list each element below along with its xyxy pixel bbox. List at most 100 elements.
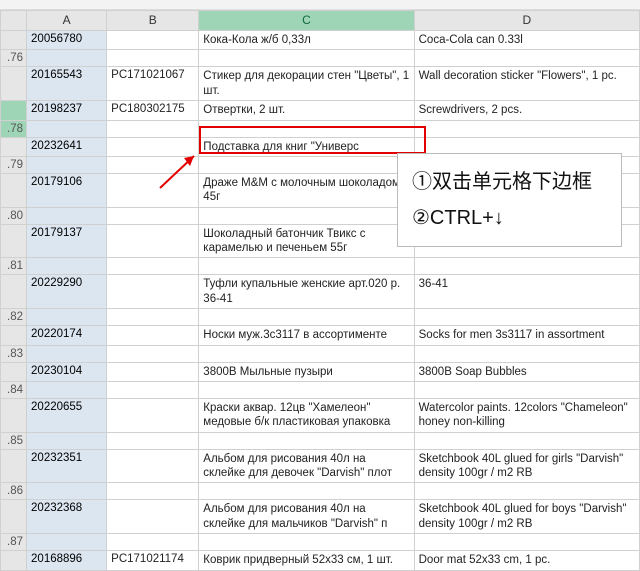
- row-header[interactable]: .87: [1, 534, 27, 551]
- cell-B[interactable]: [107, 326, 199, 345]
- cell-D[interactable]: Door mat 52х33 cm, 1 pc.: [414, 551, 639, 570]
- table-row[interactable]: 20232351 Альбом для рисования 40л на скле…: [1, 449, 640, 483]
- row-header[interactable]: [1, 137, 27, 156]
- cell-C[interactable]: [199, 534, 414, 551]
- cell-C[interactable]: Альбом для рисования 40л на склейке для …: [199, 449, 414, 483]
- table-row[interactable]: 20168896PC171021174Коврик придверный 52х…: [1, 551, 640, 570]
- cell-B[interactable]: PC171021067: [107, 67, 199, 101]
- cell-B[interactable]: [107, 31, 199, 50]
- cell-D[interactable]: [414, 120, 639, 137]
- col-header-A[interactable]: A: [27, 11, 107, 31]
- cell-C[interactable]: [199, 483, 414, 500]
- cell-C[interactable]: 3800B Мыльные пузыри: [199, 362, 414, 381]
- cell-D[interactable]: [414, 381, 639, 398]
- row-header[interactable]: .85: [1, 432, 27, 449]
- cell-A[interactable]: 20220174: [27, 326, 107, 345]
- table-row[interactable]: 20165543PC171021067Стикер для декорации …: [1, 67, 640, 101]
- cell-D[interactable]: [414, 258, 639, 275]
- table-row[interactable]: .76: [1, 50, 640, 67]
- cell-B[interactable]: [107, 345, 199, 362]
- row-header[interactable]: .81: [1, 258, 27, 275]
- cell-B[interactable]: [107, 309, 199, 326]
- row-header[interactable]: .80: [1, 207, 27, 224]
- cell-C[interactable]: Стикер для декорации стен "Цветы", 1 шт.: [199, 67, 414, 101]
- cell-A[interactable]: [27, 345, 107, 362]
- row-header[interactable]: .78: [1, 120, 27, 137]
- cell-C[interactable]: Коврик придверный 52х33 см, 1 шт.: [199, 551, 414, 570]
- cell-A[interactable]: [27, 207, 107, 224]
- cell-B[interactable]: [107, 275, 199, 309]
- table-row[interactable]: 202301043800B Мыльные пузыри3800B Soap B…: [1, 362, 640, 381]
- row-header[interactable]: [1, 449, 27, 483]
- cell-C[interactable]: Подставка для книг "Универс: [199, 137, 414, 156]
- row-header[interactable]: .79: [1, 156, 27, 173]
- cell-A[interactable]: 20168896: [27, 551, 107, 570]
- cell-C[interactable]: Носки муж.3с3117 в ассортименте: [199, 326, 414, 345]
- row-header[interactable]: [1, 173, 27, 207]
- cell-A[interactable]: 20232351: [27, 449, 107, 483]
- cell-D[interactable]: 36-41: [414, 275, 639, 309]
- cell-C[interactable]: Отвертки, 2 шт.: [199, 101, 414, 120]
- cell-B[interactable]: [107, 449, 199, 483]
- row-header[interactable]: [1, 275, 27, 309]
- cell-B[interactable]: [107, 207, 199, 224]
- row-header[interactable]: [1, 362, 27, 381]
- cell-A[interactable]: [27, 432, 107, 449]
- cell-B[interactable]: [107, 50, 199, 67]
- table-row[interactable]: 20220655 Краски аквар. 12цв "Хамелеон" ме…: [1, 398, 640, 432]
- cell-D[interactable]: Socks for men 3s3117 in assortment: [414, 326, 639, 345]
- cell-C[interactable]: Кока-Кола ж/б 0,33л: [199, 31, 414, 50]
- cell-B[interactable]: [107, 398, 199, 432]
- row-header[interactable]: [1, 551, 27, 570]
- cell-C[interactable]: Шоколадный батончик Твикс с карамелью и …: [199, 224, 414, 258]
- cell-D[interactable]: Wall decoration sticker "Flowers", 1 pc.: [414, 67, 639, 101]
- cell-B[interactable]: PC171021174: [107, 551, 199, 570]
- cell-C[interactable]: [199, 50, 414, 67]
- cell-B[interactable]: [107, 258, 199, 275]
- table-row[interactable]: .86: [1, 483, 640, 500]
- cell-D[interactable]: [414, 534, 639, 551]
- row-header[interactable]: .83: [1, 345, 27, 362]
- row-header[interactable]: [1, 67, 27, 101]
- cell-B[interactable]: [107, 483, 199, 500]
- cell-A[interactable]: 20220655: [27, 398, 107, 432]
- cell-A[interactable]: [27, 258, 107, 275]
- cell-A[interactable]: [27, 156, 107, 173]
- cell-C[interactable]: Краски аквар. 12цв "Хамелеон" медовые б/…: [199, 398, 414, 432]
- col-header-C[interactable]: C: [199, 11, 414, 31]
- cell-C[interactable]: [199, 258, 414, 275]
- cell-C[interactable]: [199, 120, 414, 137]
- cell-A[interactable]: 20198237: [27, 101, 107, 120]
- cell-D[interactable]: Screwdrivers, 2 pcs.: [414, 101, 639, 120]
- table-row[interactable]: 20220174 Носки муж.3с3117 в ассортиментеS…: [1, 326, 640, 345]
- cell-A[interactable]: 20230104: [27, 362, 107, 381]
- cell-D[interactable]: Watercolor paints. 12colors "Chameleon" …: [414, 398, 639, 432]
- table-row[interactable]: .87: [1, 534, 640, 551]
- cell-D[interactable]: [414, 345, 639, 362]
- table-row[interactable]: .85: [1, 432, 640, 449]
- row-header[interactable]: .82: [1, 309, 27, 326]
- cell-D[interactable]: Coca-Cola can 0.33l: [414, 31, 639, 50]
- cell-B[interactable]: [107, 534, 199, 551]
- cell-A[interactable]: [27, 309, 107, 326]
- cell-A[interactable]: 20179106: [27, 173, 107, 207]
- table-row[interactable]: .83: [1, 345, 640, 362]
- cell-D[interactable]: [414, 309, 639, 326]
- cell-A[interactable]: [27, 483, 107, 500]
- cell-B[interactable]: [107, 362, 199, 381]
- table-row[interactable]: .84: [1, 381, 640, 398]
- cell-C[interactable]: [199, 309, 414, 326]
- cell-A[interactable]: [27, 534, 107, 551]
- cell-B[interactable]: [107, 156, 199, 173]
- table-row[interactable]: .81: [1, 258, 640, 275]
- cell-D[interactable]: [414, 432, 639, 449]
- cell-A[interactable]: [27, 50, 107, 67]
- row-header[interactable]: [1, 398, 27, 432]
- cell-A[interactable]: 20165543: [27, 67, 107, 101]
- cell-D[interactable]: [414, 483, 639, 500]
- cell-A[interactable]: [27, 120, 107, 137]
- select-all-corner[interactable]: [1, 11, 27, 31]
- cell-A[interactable]: [27, 381, 107, 398]
- table-row[interactable]: 20056780Кока-Кола ж/б 0,33лCoca-Cola can…: [1, 31, 640, 50]
- row-header[interactable]: .86: [1, 483, 27, 500]
